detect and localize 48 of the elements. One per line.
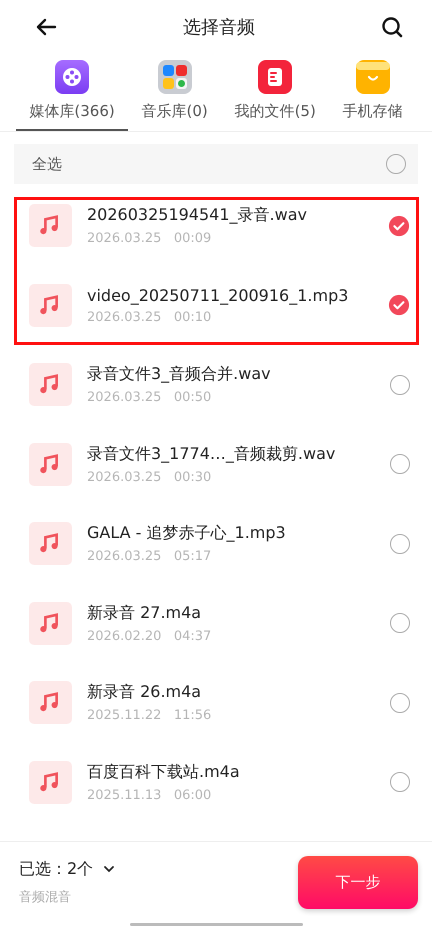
selected-count: 已选：2个 [19,858,94,880]
source-tab[interactable]: 媒体库(366) [16,60,128,131]
storage-box-icon [356,60,390,94]
file-name: 录音文件3_音频合并.wav [87,364,272,386]
radio-button[interactable] [390,772,410,792]
source-tab[interactable]: 手机存储 [329,60,416,131]
file-name: 新录音 26.m4a [87,682,202,704]
music-note-icon [29,363,72,406]
chevron-down-icon[interactable] [103,865,116,873]
music-note-icon [29,602,72,645]
radio-button[interactable] [390,374,410,395]
checked-radio[interactable] [388,294,410,316]
music-note-icon [29,522,72,566]
file-date: 2026.03.25 00:30 [87,470,212,485]
file-date: 2026.03.25 00:10 [87,310,212,325]
source-tab[interactable]: 我的文件(5) [221,60,330,131]
file-date: 2026.03.25 00:09 [87,231,212,246]
file-name: 20260325194541_录音.wav [87,205,308,226]
music-note-icon [29,204,72,248]
mode-caption: 音频混音 [19,888,72,906]
select-all-radio[interactable] [386,154,406,174]
file-name: video_20250711_200916_1.mp3 [87,286,350,305]
radio-button[interactable] [390,454,410,474]
file-date: 2025.11.22 11:56 [87,708,212,724]
music-note-icon [29,760,72,804]
select-all-label: 全选 [32,154,62,174]
file-date: 2025.11.13 06:00 [87,788,212,803]
file-name: 新录音 27.m4a [87,602,202,624]
search-icon[interactable] [380,15,404,39]
file-date: 2026.03.25 00:50 [87,390,212,406]
next-button[interactable]: 下一步 [298,856,418,908]
file-date: 2026.02.20 04:37 [87,628,212,644]
music-note-icon [29,284,72,327]
page-title: 选择音频 [183,16,255,39]
music-note-icon [29,442,72,486]
source-tab[interactable]: 音乐库(0) [128,60,222,131]
file-name: 百度百科下载站.m4a [87,762,241,783]
file-date: 2026.03.25 05:17 [87,549,212,564]
radio-button[interactable] [390,692,410,713]
radio-button[interactable] [390,613,410,634]
app-folder-icon [158,60,192,94]
checked-radio[interactable] [388,214,410,237]
file-name: 录音文件3_1774…_音频裁剪.wav [87,444,336,465]
film-reel-icon [55,60,90,94]
radio-button[interactable] [390,534,410,554]
document-icon [258,60,292,94]
file-name: GALA - 追梦赤子心_1.mp3 [87,523,287,544]
music-note-icon [29,681,72,724]
